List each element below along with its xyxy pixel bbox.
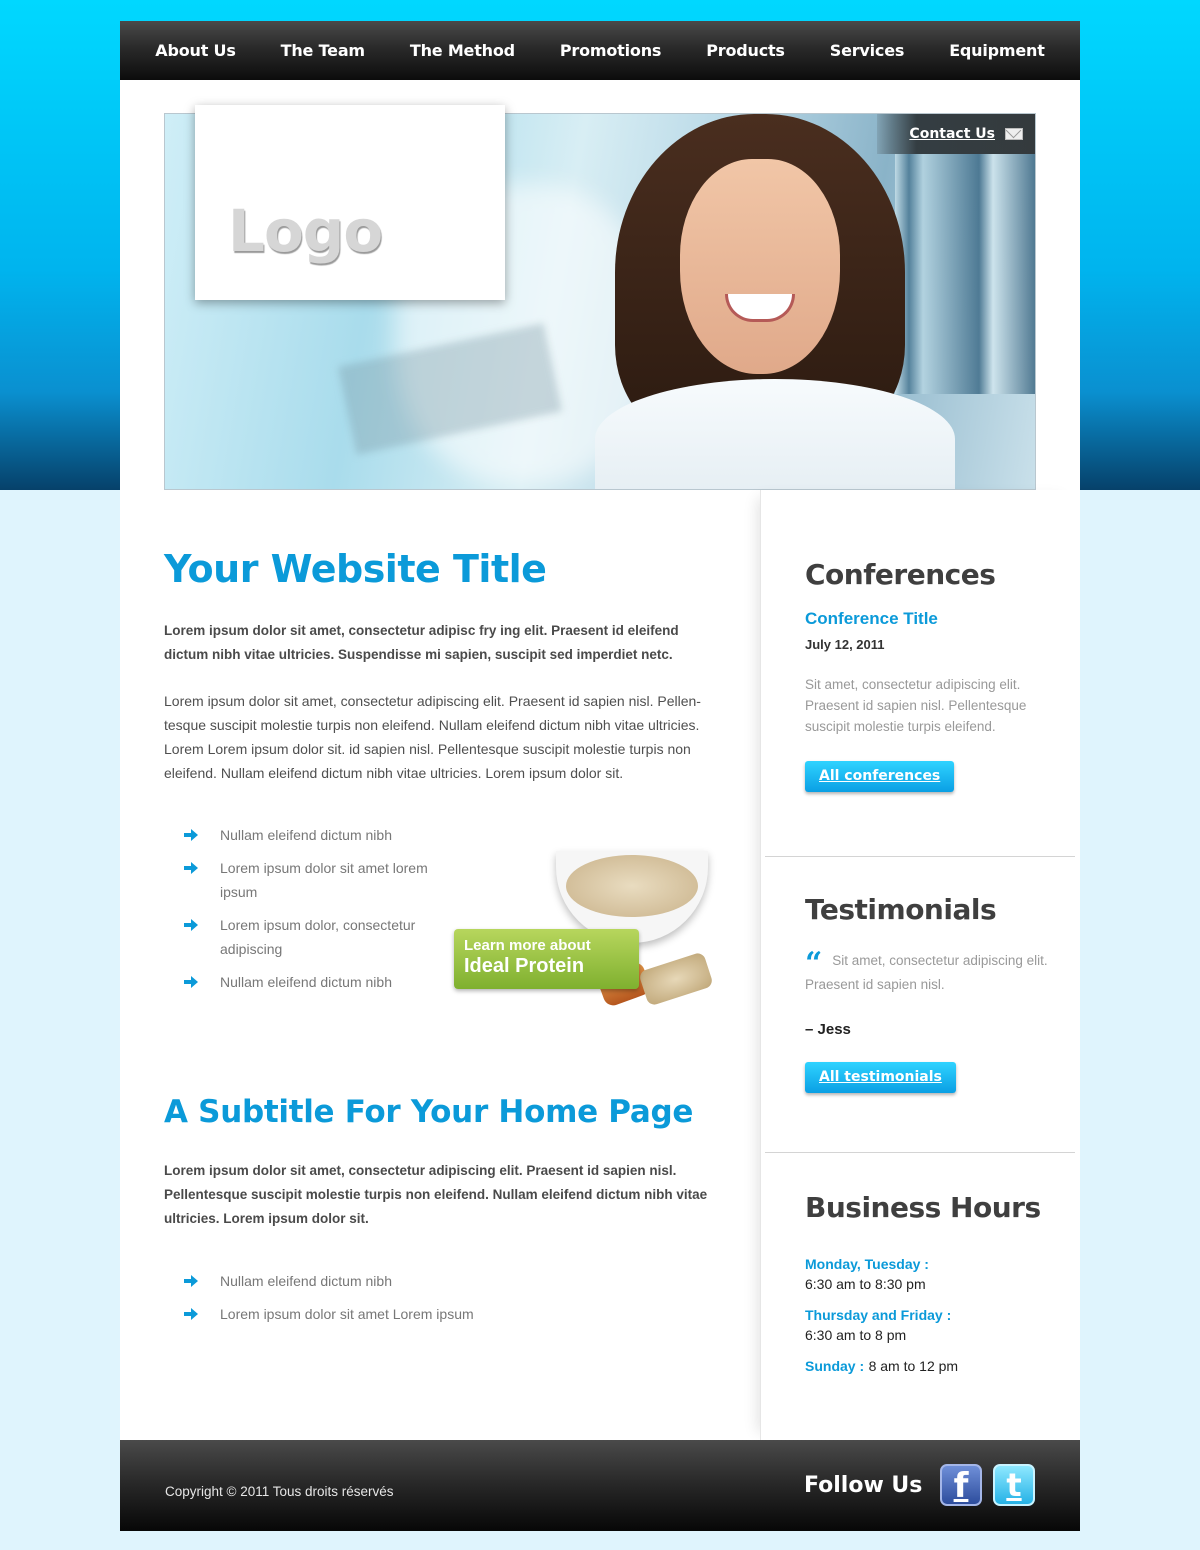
hero-woman-coat (595, 379, 955, 489)
testimonial-text: Sit amet, consectetur adipiscing elit. P… (805, 953, 1048, 992)
conference-date: July 12, 2011 (805, 637, 885, 652)
list-item: Nullam eleifend dictum nibh (184, 823, 444, 847)
nav-the-team[interactable]: The Team (258, 41, 387, 60)
arrow-right-icon (184, 829, 198, 841)
twitter-icon[interactable]: t (993, 1464, 1035, 1506)
footer: Copyright © 2011 Tous droits réservés Fo… (120, 1440, 1080, 1531)
hours-row: Monday, Tuesday : 6:30 am to 8:30 pm (805, 1256, 1065, 1292)
list-item: Lorem ipsum dolor sit amet lorem ipsum (184, 856, 444, 904)
intro-lead-text: Lorem ipsum dolor sit amet, consectetur … (164, 623, 679, 662)
list-item-text: Lorem ipsum dolor sit amet lorem ipsum (220, 860, 428, 900)
testimonial-text-block: “Sit amet, consectetur adipiscing elit. … (805, 949, 1065, 995)
arrow-right-icon (184, 862, 198, 874)
page-container: About Us The Team The Method Promotions … (120, 21, 1080, 1531)
section-divider (765, 856, 1075, 857)
hours-label: Thursday and Friday : (805, 1307, 952, 1323)
list-item-text: Nullam eleifend dictum nibh (220, 1273, 392, 1289)
nav-products[interactable]: Products (684, 41, 808, 60)
hours-label: Monday, Tuesday : (805, 1256, 929, 1272)
list-item: Nullam eleifend dictum nibh (184, 1269, 584, 1293)
testimonial-button-row: All testimonials (805, 1062, 1065, 1093)
hero-woman-photo (595, 114, 955, 489)
nav-the-method[interactable]: The Method (387, 41, 537, 60)
intro-paragraph: Lorem ipsum dolor sit amet, consectetur … (164, 693, 701, 781)
contact-us-label: Contact Us (909, 126, 995, 142)
home-subtitle: A Subtitle For Your Home Page (164, 1094, 694, 1130)
conference-description: Sit amet, consectetur adipiscing elit. P… (805, 677, 1027, 734)
secondary-list: Nullam eleifend dictum nibh Lorem ipsum … (184, 1269, 584, 1335)
testimonial-author: – Jess (805, 1021, 851, 1038)
nav-equipment[interactable]: Equipment (927, 41, 1067, 60)
list-item-text: Nullam eleifend dictum nibh (220, 974, 392, 990)
follow-us-label: Follow Us (804, 1473, 923, 1498)
nav-about-us[interactable]: About Us (133, 41, 258, 60)
arrow-right-icon (184, 1275, 198, 1287)
list-item-text: Nullam eleifend dictum nibh (220, 827, 392, 843)
contact-us-link[interactable]: Contact Us (877, 114, 1035, 154)
quote-icon: “ (805, 946, 823, 981)
nav-services[interactable]: Services (807, 41, 926, 60)
all-conferences-button[interactable]: All conferences (805, 761, 955, 792)
website-title: Your Website Title (164, 547, 547, 591)
hero-woman-face (680, 159, 840, 374)
copyright-text: Copyright © 2011 Tous droits réservés (165, 1484, 394, 1499)
hours-value: 8 am to 12 pm (868, 1358, 959, 1374)
oats-fill (566, 855, 698, 917)
list-item: Lorem ipsum dolor sit amet Lorem ipsum (184, 1302, 584, 1326)
testimonials-section: Testimonials “Sit amet, consectetur adip… (805, 893, 1065, 1093)
hours-row: Thursday and Friday : 6:30 am to 8 pm (805, 1307, 1065, 1343)
envelope-icon (1005, 128, 1023, 140)
feature-list: Nullam eleifend dictum nibh Lorem ipsum … (184, 823, 444, 1003)
main-navigation: About Us The Team The Method Promotions … (120, 21, 1080, 80)
list-item: Lorem ipsum dolor, consectetur adipiscin… (184, 913, 444, 961)
hours-label: Sunday : (805, 1358, 865, 1374)
conference-title-link[interactable]: Conference Title (805, 609, 1065, 629)
subtitle-lead-text: Lorem ipsum dolor sit amet, consectetur … (164, 1163, 708, 1226)
conferences-heading: Conferences (805, 558, 996, 591)
sidebar: Conferences Conference Title July 12, 20… (760, 490, 1080, 1440)
all-testimonials-button[interactable]: All testimonials (805, 1062, 956, 1093)
list-item-text: Lorem ipsum dolor, consectetur adipiscin… (220, 917, 416, 957)
facebook-icon[interactable]: f (940, 1464, 982, 1506)
list-item: Nullam eleifend dictum nibh (184, 970, 444, 994)
conference-button-row: All conferences (805, 761, 1065, 792)
testimonials-heading: Testimonials (805, 893, 997, 926)
arrow-right-icon (184, 1308, 198, 1320)
list-item-text: Lorem ipsum dolor sit amet Lorem ipsum (220, 1306, 474, 1322)
nav-promotions[interactable]: Promotions (537, 41, 683, 60)
promo-badge: Learn more about Ideal Protein (454, 929, 639, 989)
logo[interactable]: Logo (195, 105, 505, 300)
hours-row: Sunday : 8 am to 12 pm (805, 1358, 1065, 1376)
hours-value: 6:30 am to 8:30 pm (805, 1276, 926, 1292)
hours-value: 6:30 am to 8 pm (805, 1327, 907, 1343)
logo-text: Logo (228, 197, 383, 265)
arrow-right-icon (184, 919, 198, 931)
section-divider (765, 1152, 1075, 1153)
promo-line-2: Ideal Protein (464, 955, 585, 977)
conferences-section: Conferences Conference Title July 12, 20… (805, 558, 1065, 792)
business-hours-heading: Business Hours (805, 1191, 1041, 1224)
oat-bar-piece (638, 951, 714, 1007)
arrow-right-icon (184, 976, 198, 988)
business-hours-section: Business Hours Monday, Tuesday : 6:30 am… (805, 1191, 1065, 1376)
promo-line-1: Learn more about (464, 937, 591, 954)
ideal-protein-promo[interactable]: Learn more about Ideal Protein (454, 851, 714, 1011)
